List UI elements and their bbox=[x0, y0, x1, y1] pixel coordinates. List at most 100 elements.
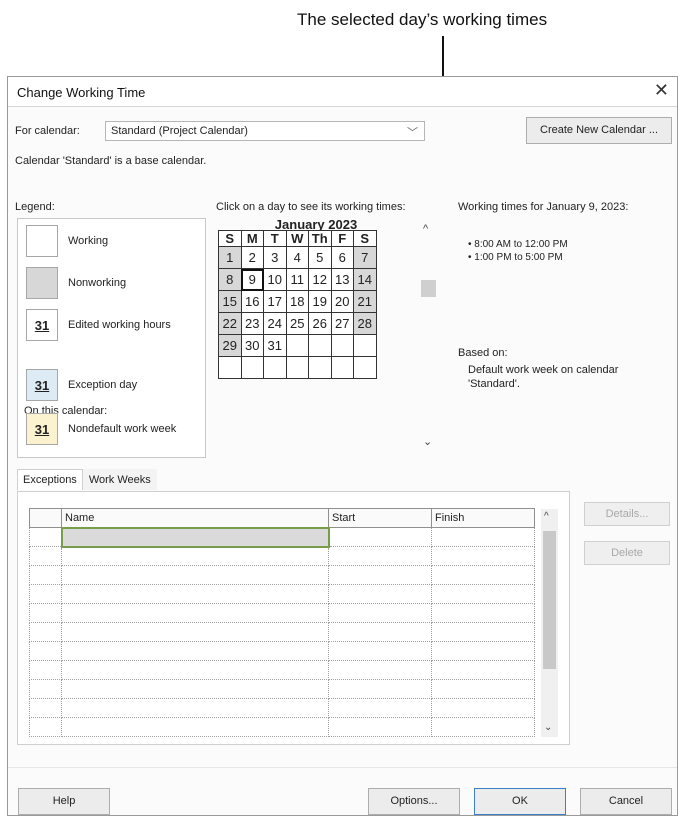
table-cell[interactable] bbox=[328, 546, 432, 566]
table-cell[interactable] bbox=[431, 546, 535, 566]
calendar-day-cell[interactable]: 21 bbox=[353, 290, 377, 313]
close-icon[interactable]: ✕ bbox=[654, 80, 669, 101]
tab-work-weeks[interactable]: Work Weeks bbox=[82, 469, 157, 490]
calendar-day-cell[interactable]: 2 bbox=[240, 246, 264, 269]
table-cell[interactable] bbox=[328, 527, 432, 547]
column-header-start[interactable]: Start bbox=[328, 508, 432, 528]
row-header-cell[interactable] bbox=[29, 603, 62, 623]
calendar-day-cell[interactable]: 6 bbox=[330, 246, 354, 269]
table-cell[interactable] bbox=[61, 565, 329, 585]
table-cell[interactable] bbox=[61, 546, 329, 566]
calendar-scroll-down-icon[interactable]: ⌄ bbox=[423, 435, 432, 448]
table-cell[interactable] bbox=[61, 622, 329, 642]
calendar-day-cell[interactable]: 27 bbox=[330, 312, 354, 335]
table-cell[interactable] bbox=[61, 698, 329, 718]
calendar-day-cell[interactable]: 22 bbox=[218, 312, 242, 335]
calendar-day-cell[interactable]: 10 bbox=[263, 268, 287, 291]
calendar-day-cell[interactable]: 12 bbox=[308, 268, 332, 291]
table-cell[interactable] bbox=[61, 679, 329, 699]
table-cell[interactable] bbox=[61, 584, 329, 604]
calendar-day-cell[interactable]: 14 bbox=[353, 268, 377, 291]
calendar-day-cell[interactable]: 18 bbox=[285, 290, 309, 313]
row-header-cell[interactable] bbox=[29, 527, 62, 547]
table-row[interactable] bbox=[29, 603, 535, 623]
options-button[interactable]: Options... bbox=[368, 788, 460, 815]
calendar-day-cell[interactable]: 23 bbox=[240, 312, 264, 335]
row-header-cell[interactable] bbox=[29, 717, 62, 737]
table-cell[interactable] bbox=[431, 622, 535, 642]
row-header-cell[interactable] bbox=[29, 565, 62, 585]
table-cell[interactable] bbox=[431, 527, 535, 547]
row-header-cell[interactable] bbox=[29, 698, 62, 718]
calendar-day-cell[interactable]: 7 bbox=[353, 246, 377, 269]
table-cell[interactable] bbox=[431, 603, 535, 623]
calendar-day-cell[interactable]: 11 bbox=[285, 268, 309, 291]
table-row[interactable] bbox=[29, 679, 535, 699]
calendar-day-cell[interactable]: 1 bbox=[218, 246, 242, 269]
table-cell[interactable] bbox=[431, 660, 535, 680]
row-header-cell[interactable] bbox=[29, 584, 62, 604]
cancel-button[interactable]: Cancel bbox=[580, 788, 672, 815]
table-cell[interactable] bbox=[328, 641, 432, 661]
calendar-day-cell[interactable]: 5 bbox=[308, 246, 332, 269]
table-cell[interactable] bbox=[431, 679, 535, 699]
help-button[interactable]: Help bbox=[18, 788, 110, 815]
calendar-day-cell[interactable]: 4 bbox=[285, 246, 309, 269]
calendar-day-cell[interactable]: 28 bbox=[353, 312, 377, 335]
table-cell[interactable] bbox=[431, 565, 535, 585]
table-cell[interactable] bbox=[61, 603, 329, 623]
table-cell[interactable] bbox=[431, 698, 535, 718]
calendar-day-cell[interactable]: 17 bbox=[263, 290, 287, 313]
table-cell[interactable] bbox=[61, 660, 329, 680]
calendar-day-cell[interactable]: 15 bbox=[218, 290, 242, 313]
calendar-select[interactable]: Standard (Project Calendar) ﹀ bbox=[105, 121, 425, 141]
calendar-day-cell[interactable]: 26 bbox=[308, 312, 332, 335]
calendar-day-cell[interactable]: 25 bbox=[285, 312, 309, 335]
calendar-day-cell[interactable]: 13 bbox=[330, 268, 354, 291]
table-row[interactable] bbox=[29, 526, 535, 548]
scroll-down-icon[interactable]: ⌄ bbox=[544, 722, 552, 733]
details-button[interactable]: Details... bbox=[584, 502, 670, 526]
calendar-day-cell[interactable]: 30 bbox=[240, 334, 264, 357]
calendar-day-cell[interactable]: 19 bbox=[308, 290, 332, 313]
table-cell[interactable] bbox=[431, 641, 535, 661]
row-header-cell[interactable] bbox=[29, 660, 62, 680]
table-row[interactable] bbox=[29, 565, 535, 585]
table-cell[interactable] bbox=[431, 717, 535, 737]
calendar-day-cell[interactable]: 29 bbox=[218, 334, 242, 357]
create-new-calendar-button[interactable]: Create New Calendar ... bbox=[526, 117, 672, 144]
table-cell[interactable] bbox=[328, 717, 432, 737]
calendar-scroll-up-icon[interactable]: ^ bbox=[423, 223, 428, 235]
table-cell[interactable] bbox=[61, 717, 329, 737]
table-cell[interactable] bbox=[61, 641, 329, 661]
table-row[interactable] bbox=[29, 584, 535, 604]
table-cell[interactable] bbox=[328, 603, 432, 623]
table-row[interactable] bbox=[29, 641, 535, 661]
table-cell[interactable] bbox=[328, 698, 432, 718]
calendar-day-cell[interactable]: 16 bbox=[240, 290, 264, 313]
table-cell[interactable] bbox=[328, 679, 432, 699]
calendar-scrollbar-thumb[interactable] bbox=[421, 280, 436, 297]
table-scrollbar[interactable]: ^ ⌄ bbox=[541, 509, 558, 737]
table-row[interactable] bbox=[29, 660, 535, 680]
row-header-cell[interactable] bbox=[29, 622, 62, 642]
calendar-day-cell[interactable]: 9 bbox=[240, 268, 264, 291]
calendar-day-cell[interactable]: 20 bbox=[330, 290, 354, 313]
calendar-day-cell[interactable]: 3 bbox=[263, 246, 287, 269]
ok-button[interactable]: OK bbox=[474, 788, 566, 815]
column-header-finish[interactable]: Finish bbox=[431, 508, 535, 528]
calendar-day-cell[interactable]: 8 bbox=[218, 268, 242, 291]
table-cell[interactable] bbox=[431, 584, 535, 604]
calendar-day-cell[interactable]: 31 bbox=[263, 334, 287, 357]
table-scrollbar-thumb[interactable] bbox=[543, 531, 556, 669]
column-header-name[interactable]: Name bbox=[61, 508, 329, 528]
calendar-day-cell[interactable]: 24 bbox=[263, 312, 287, 335]
row-header-cell[interactable] bbox=[29, 679, 62, 699]
table-cell[interactable] bbox=[328, 660, 432, 680]
table-cell[interactable] bbox=[60, 526, 330, 548]
table-cell[interactable] bbox=[328, 622, 432, 642]
tab-exceptions[interactable]: Exceptions bbox=[17, 469, 83, 490]
scroll-up-icon[interactable]: ^ bbox=[544, 511, 549, 522]
row-header-cell[interactable] bbox=[29, 546, 62, 566]
row-header-cell[interactable] bbox=[29, 641, 62, 661]
